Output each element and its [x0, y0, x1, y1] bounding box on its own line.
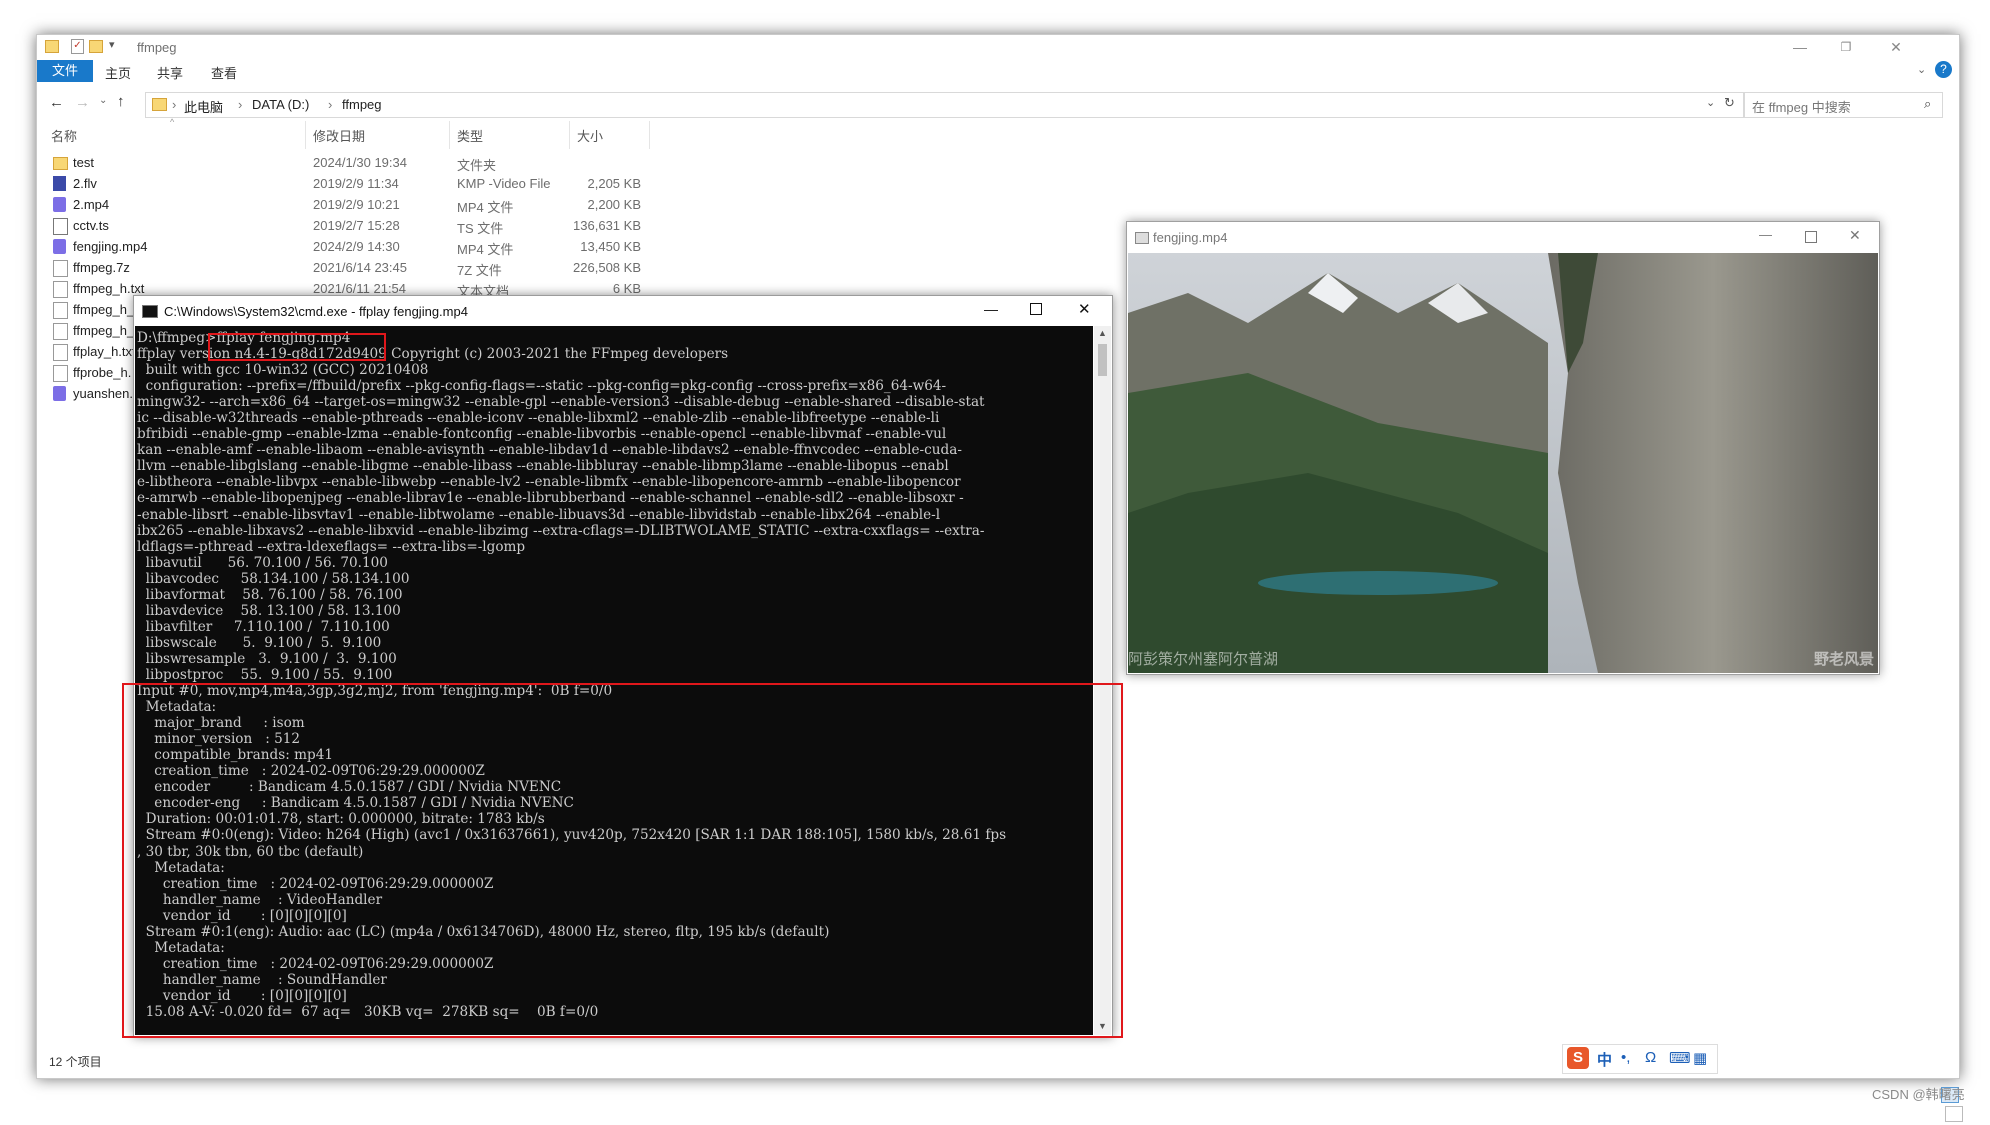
console-icon — [142, 305, 158, 318]
video-watermark: 野老风景 — [1813, 651, 1874, 668]
refresh-icon[interactable]: ↻ — [1724, 95, 1735, 111]
ribbon-expand-icon[interactable]: ⌄ — [1917, 63, 1926, 76]
search-input[interactable]: 在 ffmpeg 中搜索 ⌕ — [1743, 92, 1943, 118]
text-file-icon — [53, 323, 68, 340]
video-file-icon — [53, 386, 66, 401]
watermark-credit: CSDN @韩曙亮 — [1872, 1087, 1965, 1102]
window-title: ffmpeg — [137, 40, 177, 55]
explorer-titlebar: ✓ ▾ ffmpeg — ❐ ✕ — [37, 35, 1959, 59]
scroll-up-icon[interactable]: ▲ — [1098, 328, 1107, 338]
app-icon — [1135, 232, 1149, 244]
file-row[interactable]: ffmpeg.7z 2021/6/14 23:45 7Z 文件 226,508 … — [37, 257, 657, 278]
cmd-titlebar: C:\Windows\System32\cmd.exe - ffplay fen… — [134, 296, 1112, 326]
file-row[interactable]: 2.mp4 2019/2/9 10:21 MP4 文件 2,200 KB — [37, 194, 657, 215]
column-date[interactable]: 修改日期 — [313, 126, 365, 145]
close-icon[interactable]: ✕ — [1849, 227, 1861, 244]
recent-locations-icon[interactable]: ⌄ — [99, 95, 107, 106]
search-placeholder: 在 ffmpeg 中搜索 — [1752, 100, 1851, 115]
tab-home[interactable]: 主页 — [105, 63, 131, 82]
quick-access-dropdown-icon[interactable]: ▾ — [109, 38, 115, 51]
properties-icon[interactable]: ✓ — [71, 39, 84, 54]
ime-toolbar: S 中 •, Ω ⌨ ▦ — [1562, 1044, 1718, 1074]
tab-view[interactable]: 查看 — [211, 63, 237, 82]
minimize-icon[interactable]: — — [1759, 227, 1772, 242]
minimize-icon[interactable]: — — [984, 301, 998, 317]
breadcrumb-ffmpeg[interactable]: ffmpeg — [342, 97, 382, 112]
address-bar-row: ← → ⌄ ↑ › 此电脑 › DATA (D:) › ffmpeg ⌄ ↻ 在… — [37, 87, 1959, 121]
sogou-logo-icon[interactable]: S — [1567, 1047, 1589, 1069]
archive-file-icon — [53, 260, 68, 277]
breadcrumb-data-drive[interactable]: DATA (D:) — [252, 97, 309, 112]
sort-indicator-icon: ^ — [170, 117, 175, 127]
cmd-title: C:\Windows\System32\cmd.exe - ffplay fen… — [164, 304, 468, 319]
mountain-landscape-image — [1128, 253, 1878, 673]
file-row[interactable]: 2.flv 2019/2/9 11:34 KMP -Video File 2,2… — [37, 173, 657, 194]
address-dropdown-icon[interactable]: ⌄ — [1706, 96, 1715, 109]
video-subtitle: 阿彭策尔州塞阿尔普湖 — [1128, 651, 1279, 668]
keyboard-icon[interactable]: ⌨ — [1669, 1049, 1691, 1067]
punctuation-icon[interactable]: •, — [1621, 1049, 1630, 1066]
toolbox-icon[interactable]: ▦ — [1693, 1049, 1707, 1067]
address-bar[interactable]: › 此电脑 › DATA (D:) › ffmpeg ⌄ ↻ — [145, 92, 1745, 118]
video-file-icon — [53, 239, 66, 254]
restore-icon[interactable]: ❐ — [1823, 35, 1869, 59]
ffplay-window: fengjing.mp4 — ✕ 阿彭策尔州塞阿尔普湖 野老风景 — [1126, 221, 1880, 675]
text-file-icon — [53, 281, 68, 298]
item-count: 12 个项目 — [49, 1055, 102, 1069]
large-icons-view-icon[interactable] — [1945, 1106, 1963, 1122]
back-icon[interactable]: ← — [49, 94, 64, 111]
new-folder-icon[interactable] — [89, 40, 103, 53]
stream-info-highlight-box — [122, 683, 1123, 1038]
maximize-icon[interactable] — [1030, 303, 1042, 315]
tab-share[interactable]: 共享 — [157, 63, 183, 82]
minimize-icon[interactable]: — — [1777, 35, 1823, 59]
breadcrumb-this-pc[interactable]: 此电脑 — [184, 97, 223, 116]
maximize-icon[interactable] — [1805, 231, 1817, 243]
video-frame[interactable]: 阿彭策尔州塞阿尔普湖 野老风景 — [1128, 253, 1878, 673]
file-row[interactable]: test 2024/1/30 19:34 文件夹 — [37, 152, 657, 173]
player-titlebar: fengjing.mp4 — ✕ — [1127, 222, 1879, 252]
folder-icon — [45, 40, 59, 53]
scrollbar-thumb[interactable] — [1098, 344, 1107, 376]
command-highlight-box — [208, 333, 386, 361]
ts-file-icon — [53, 218, 68, 235]
search-icon[interactable]: ⌕ — [1924, 96, 1931, 112]
ime-mode[interactable]: 中 — [1597, 1049, 1612, 1070]
column-type[interactable]: 类型 — [457, 126, 483, 145]
folder-icon — [53, 157, 68, 170]
location-folder-icon — [152, 98, 167, 111]
video-file-icon — [53, 197, 66, 212]
tab-file[interactable]: 文件 — [37, 60, 93, 82]
ribbon-tabs: 文件 主页 共享 查看 ⌄ ? — [37, 59, 1959, 83]
help-icon[interactable]: ? — [1935, 61, 1952, 78]
close-icon[interactable]: ✕ — [1873, 35, 1919, 59]
text-file-icon — [53, 302, 68, 319]
close-icon[interactable]: ✕ — [1078, 300, 1091, 318]
column-size[interactable]: 大小 — [577, 126, 603, 145]
file-row[interactable]: fengjing.mp4 2024/2/9 14:30 MP4 文件 13,45… — [37, 236, 657, 257]
video-file-icon — [53, 176, 66, 191]
column-name[interactable]: 名称 — [51, 126, 77, 145]
text-file-icon — [53, 344, 68, 361]
forward-icon[interactable]: → — [75, 94, 90, 111]
headset-icon[interactable]: Ω — [1645, 1049, 1656, 1066]
player-title: fengjing.mp4 — [1153, 230, 1228, 245]
up-icon[interactable]: ↑ — [117, 93, 125, 110]
text-file-icon — [53, 365, 68, 382]
file-row[interactable]: cctv.ts 2019/2/7 15:28 TS 文件 136,631 KB — [37, 215, 657, 236]
